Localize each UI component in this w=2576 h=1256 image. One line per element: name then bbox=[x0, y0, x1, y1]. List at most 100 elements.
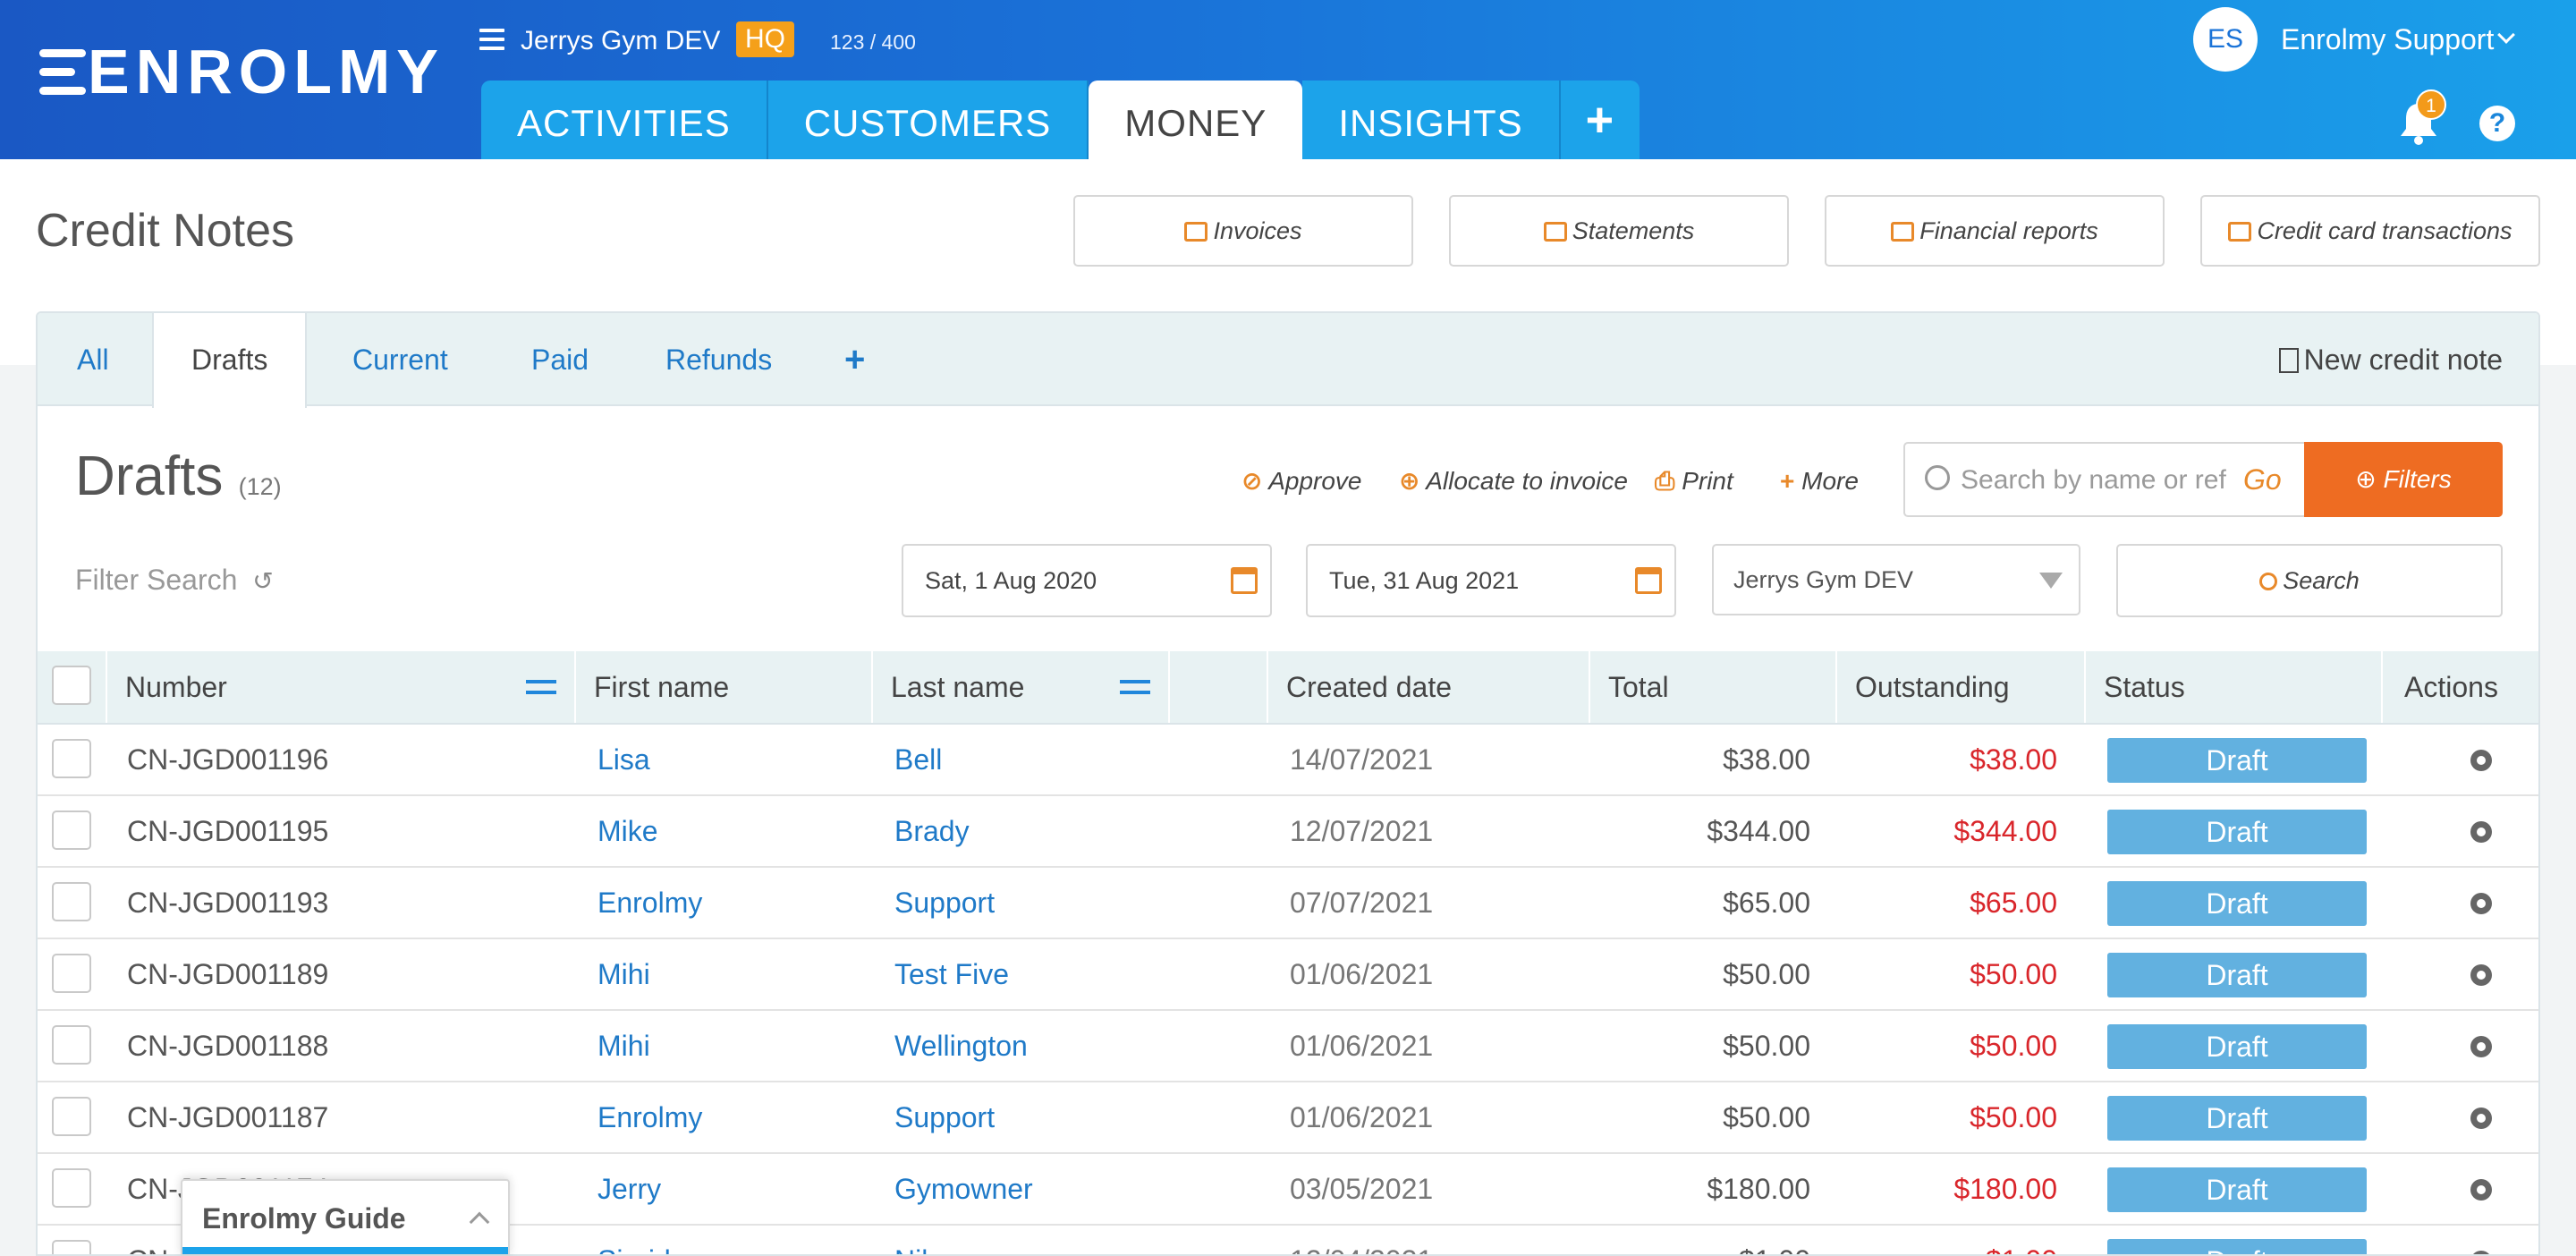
filters-button[interactable]: ⊕ Filters bbox=[2304, 442, 2503, 517]
date-to-field[interactable]: Tue, 31 Aug 2021 bbox=[1306, 544, 1676, 617]
logo-mark bbox=[39, 46, 86, 98]
last-name-link[interactable]: Test Five bbox=[894, 939, 1009, 1009]
tab-insights[interactable]: INSIGHTS bbox=[1302, 81, 1561, 159]
print-button[interactable]: ⎙ Print bbox=[1655, 465, 1733, 497]
last-name-link[interactable]: Gymowner bbox=[894, 1154, 1033, 1224]
column-outstanding[interactable]: Outstanding bbox=[1835, 651, 2084, 723]
row-checkbox[interactable] bbox=[52, 739, 91, 778]
tab-drafts[interactable]: Drafts bbox=[152, 313, 308, 408]
reset-icon[interactable]: ↺ bbox=[252, 567, 273, 595]
gear-icon[interactable] bbox=[2470, 1107, 2492, 1129]
total-amount: $344.00 bbox=[1707, 815, 1810, 847]
sort-icon[interactable] bbox=[526, 675, 558, 700]
menu-icon[interactable] bbox=[479, 29, 504, 50]
credit-notes-tabs: All Drafts Current Paid Refunds + New cr… bbox=[38, 313, 2538, 408]
gear-icon[interactable] bbox=[2470, 893, 2492, 914]
tab-current[interactable]: Current bbox=[352, 313, 448, 406]
credit-card-transactions-button[interactable]: Credit card transactions bbox=[2200, 195, 2540, 267]
row-checkbox[interactable] bbox=[52, 1168, 91, 1208]
column-created-date[interactable]: Created date bbox=[1267, 651, 1589, 723]
chevron-down-icon[interactable] bbox=[2497, 26, 2515, 44]
row-checkbox[interactable] bbox=[52, 1025, 91, 1065]
gear-icon[interactable] bbox=[2470, 1251, 2492, 1254]
row-checkbox[interactable] bbox=[52, 882, 91, 921]
gear-icon[interactable] bbox=[2470, 1036, 2492, 1057]
table-row[interactable]: CN-JGD001195 Mike Brady 12/07/2021 $344.00 $3… bbox=[38, 796, 2538, 868]
first-name-link[interactable]: Jerry bbox=[597, 1154, 661, 1224]
avatar[interactable]: ES bbox=[2193, 7, 2258, 72]
tab-paid[interactable]: Paid bbox=[531, 313, 589, 406]
search-input[interactable] bbox=[1961, 458, 2229, 503]
column-last-name[interactable]: Last name bbox=[871, 651, 1168, 723]
table-row[interactable]: CN-JGD001187 Enrolmy Support 01/06/2021 $50.… bbox=[38, 1082, 2538, 1154]
approve-button[interactable]: ⊘ Approve bbox=[1241, 465, 1362, 497]
first-name-link[interactable]: Lisa bbox=[597, 725, 650, 794]
sort-icon[interactable] bbox=[1120, 675, 1152, 700]
last-name-link[interactable]: Wellington bbox=[894, 1011, 1028, 1081]
first-name-link[interactable]: Mihi bbox=[597, 1011, 650, 1081]
last-name-link[interactable]: Support bbox=[894, 1082, 995, 1152]
last-name-link[interactable]: Brady bbox=[894, 796, 970, 866]
add-tab-icon[interactable]: + bbox=[844, 313, 865, 406]
user-menu[interactable]: Enrolmy Support bbox=[2281, 21, 2494, 57]
allocate-to-invoice-button[interactable]: ⊕ Allocate to invoice bbox=[1399, 465, 1628, 497]
outstanding-amount: $180.00 bbox=[1953, 1173, 2057, 1205]
calendar-icon[interactable] bbox=[1231, 567, 1258, 594]
filter-search[interactable]: Filter Search ↺ bbox=[75, 562, 274, 599]
go-button[interactable]: Go bbox=[2243, 460, 2282, 499]
first-name-link[interactable]: Enrolmy bbox=[597, 868, 702, 938]
financial-reports-button[interactable]: Financial reports bbox=[1825, 195, 2165, 267]
created-date: 01/06/2021 bbox=[1290, 1101, 1434, 1133]
last-name-link[interactable]: Nilsen bbox=[894, 1226, 974, 1254]
row-checkbox[interactable] bbox=[52, 1240, 91, 1254]
invoices-label: Invoices bbox=[1213, 217, 1302, 244]
calendar-icon[interactable] bbox=[1635, 567, 1662, 594]
tab-all[interactable]: All bbox=[77, 313, 109, 406]
row-checkbox[interactable] bbox=[52, 810, 91, 850]
column-status[interactable]: Status bbox=[2084, 651, 2381, 723]
enrolmy-logo[interactable]: ENROLMY bbox=[39, 40, 445, 103]
tab-money[interactable]: MONEY bbox=[1089, 81, 1303, 159]
gear-icon[interactable] bbox=[2470, 964, 2492, 986]
gear-icon[interactable] bbox=[2470, 750, 2492, 771]
tab-refunds[interactable]: Refunds bbox=[665, 313, 772, 406]
last-name-link[interactable]: Support bbox=[894, 868, 995, 938]
statements-button[interactable]: Statements bbox=[1449, 195, 1789, 267]
location-select[interactable]: Jerrys Gym DEV bbox=[1712, 544, 2080, 615]
more-button[interactable]: + More bbox=[1780, 465, 1859, 497]
help-icon[interactable]: ? bbox=[2479, 106, 2515, 141]
table-row[interactable]: CN-JGD001188 Mihi Wellington 01/06/2021 $50.… bbox=[38, 1011, 2538, 1082]
guide-title: Enrolmy Guide bbox=[202, 1202, 406, 1235]
status-badge: Draft bbox=[2107, 953, 2367, 997]
first-name-link[interactable]: Mike bbox=[597, 796, 658, 866]
first-name-link[interactable]: Enrolmy bbox=[597, 1082, 702, 1152]
table-row[interactable]: CN-JGD001196 Lisa Bell 14/07/2021 $38.00 $38.… bbox=[38, 725, 2538, 796]
last-name-link[interactable]: Bell bbox=[894, 725, 942, 794]
row-checkbox[interactable] bbox=[52, 954, 91, 993]
invoices-button[interactable]: Invoices bbox=[1073, 195, 1413, 267]
first-name-link[interactable]: Sigrid bbox=[597, 1226, 671, 1254]
first-name-link[interactable]: Mihi bbox=[597, 939, 650, 1009]
enrolmy-guide-widget[interactable]: Enrolmy Guide bbox=[181, 1179, 510, 1256]
credit-card-icon bbox=[2228, 222, 2252, 242]
add-tab-button[interactable]: + bbox=[1560, 81, 1640, 159]
select-all-checkbox[interactable] bbox=[52, 666, 91, 705]
column-first-name[interactable]: First name bbox=[574, 651, 871, 723]
gear-icon[interactable] bbox=[2470, 1179, 2492, 1201]
table-row[interactable]: CN-JGD001193 Enrolmy Support 07/07/2021 $65.… bbox=[38, 868, 2538, 939]
gear-icon[interactable] bbox=[2470, 821, 2492, 843]
column-total[interactable]: Total bbox=[1589, 651, 1835, 723]
status-badge: Draft bbox=[2107, 1167, 2367, 1212]
organisation-name[interactable]: Jerrys Gym DEV bbox=[521, 23, 720, 59]
new-credit-note-button[interactable]: New credit note bbox=[2278, 313, 2503, 406]
chevron-up-icon[interactable] bbox=[469, 1211, 490, 1233]
tab-customers[interactable]: CUSTOMERS bbox=[767, 81, 1089, 159]
created-date: 03/05/2021 bbox=[1290, 1173, 1434, 1205]
date-from-field[interactable]: Sat, 1 Aug 2020 bbox=[902, 544, 1272, 617]
table-row[interactable]: CN-JGD001189 Mihi Test Five 01/06/2021 $50.0… bbox=[38, 939, 2538, 1011]
search-button[interactable]: Search bbox=[2116, 544, 2503, 617]
row-checkbox[interactable] bbox=[52, 1097, 91, 1136]
tab-activities[interactable]: ACTIVITIES bbox=[481, 81, 768, 159]
total-amount: $1.00 bbox=[1739, 1226, 1810, 1254]
column-number[interactable]: Number bbox=[106, 651, 574, 723]
